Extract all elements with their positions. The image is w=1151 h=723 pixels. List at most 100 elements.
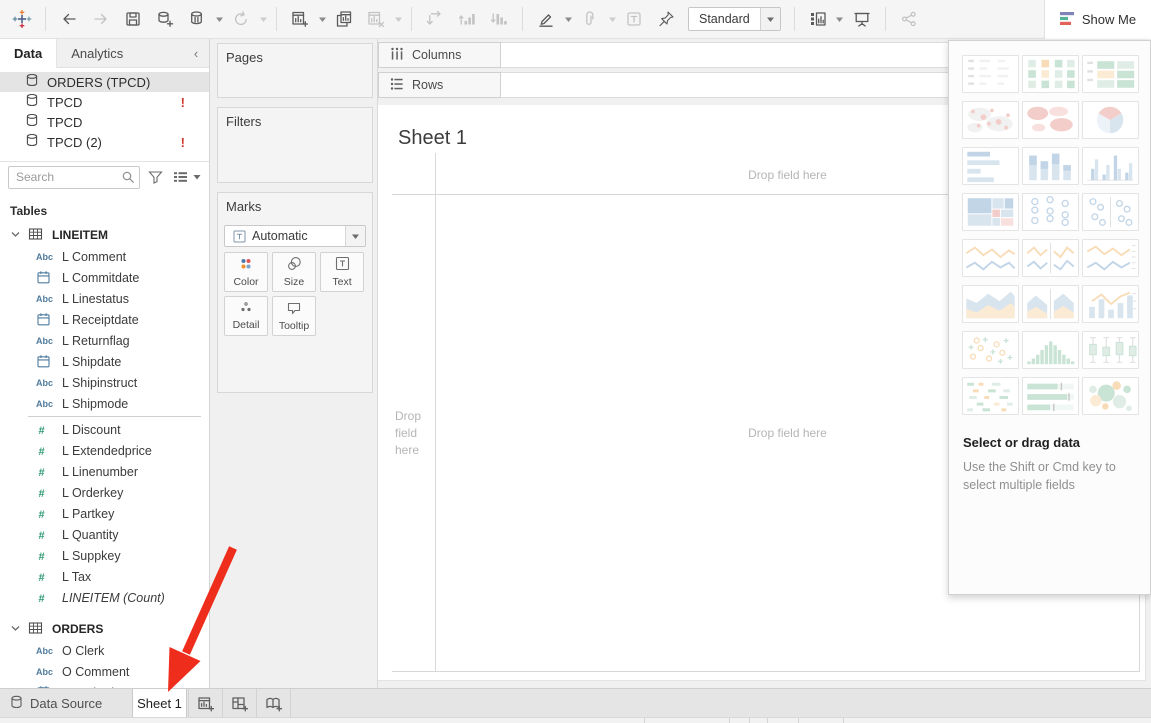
table-header-lineitem[interactable]: LINEITEM bbox=[0, 224, 209, 246]
text-mark-button[interactable]: Text bbox=[320, 252, 364, 292]
show-me-continuous-area-thumbnail[interactable] bbox=[962, 285, 1019, 323]
field-item[interactable]: # L Tax bbox=[0, 566, 209, 587]
field-item[interactable]: # L Quantity bbox=[0, 524, 209, 545]
collapse-pane-icon[interactable]: ‹ bbox=[183, 39, 209, 67]
caret-down-icon[interactable] bbox=[562, 5, 574, 33]
field-item[interactable]: Abc O Comment bbox=[0, 661, 209, 682]
view-options-icon[interactable] bbox=[173, 170, 188, 184]
caret-down-icon[interactable] bbox=[213, 5, 225, 33]
show-me-dual-combination-thumbnail[interactable] bbox=[1082, 285, 1139, 323]
undo-button[interactable] bbox=[55, 5, 83, 33]
save-button[interactable] bbox=[119, 5, 147, 33]
fit-selector-caret-icon[interactable] bbox=[760, 8, 780, 30]
show-me-stacked-bars-thumbnail[interactable] bbox=[1022, 147, 1079, 185]
datasource-item[interactable]: TPCD bbox=[0, 112, 209, 132]
show-me-box-and-whisker-thumbnail[interactable] bbox=[1082, 331, 1139, 369]
field-item[interactable]: Abc L Comment bbox=[0, 246, 209, 267]
show-me-histogram-thumbnail[interactable] bbox=[1022, 331, 1079, 369]
show-me-symbol-map-thumbnail[interactable] bbox=[962, 101, 1019, 139]
show-me-circle-views-thumbnail[interactable] bbox=[1022, 193, 1079, 231]
filter-fields-icon[interactable] bbox=[147, 169, 164, 185]
new-worksheet-button[interactable] bbox=[189, 689, 222, 718]
field-item[interactable]: # L Extendedprice bbox=[0, 440, 209, 461]
show-hide-cards-button[interactable] bbox=[804, 5, 832, 33]
drop-zone-rows[interactable]: Drop field here bbox=[395, 408, 433, 459]
show-me-heat-map-thumbnail[interactable] bbox=[1082, 55, 1139, 93]
new-story-button[interactable] bbox=[257, 689, 290, 718]
tables-section-label: Tables bbox=[0, 192, 209, 224]
show-me-bullet-graph-thumbnail[interactable] bbox=[1022, 377, 1079, 415]
datasource-item[interactable]: ORDERS (TPCD) bbox=[0, 72, 209, 92]
fit-selector[interactable]: Standard bbox=[688, 7, 781, 31]
tab-sheet-1[interactable]: Sheet 1 bbox=[132, 689, 187, 718]
field-item[interactable]: L Commitdate bbox=[0, 267, 209, 288]
caret-down-icon[interactable] bbox=[316, 5, 328, 33]
show-me-side-by-side-circles-thumbnail[interactable] bbox=[1082, 193, 1139, 231]
size-mark-button[interactable]: Size bbox=[272, 252, 316, 292]
pause-auto-updates-button[interactable] bbox=[183, 5, 211, 33]
color-icon bbox=[238, 257, 254, 274]
table-header-orders[interactable]: ORDERS bbox=[0, 618, 209, 640]
field-item[interactable]: # L Suppkey bbox=[0, 545, 209, 566]
show-me-text-table-thumbnail[interactable] bbox=[962, 55, 1019, 93]
new-worksheet-button[interactable] bbox=[286, 5, 314, 33]
new-dashboard-button[interactable] bbox=[223, 689, 256, 718]
show-me-dual-lines-thumbnail[interactable] bbox=[1082, 239, 1139, 277]
show-me-highlight-table-thumbnail[interactable] bbox=[1022, 55, 1079, 93]
show-me-filled-map-thumbnail[interactable] bbox=[1022, 101, 1079, 139]
field-item[interactable]: # LINEITEM (Count) bbox=[0, 587, 209, 608]
filters-shelf[interactable]: Filters bbox=[217, 107, 373, 183]
show-me-gantt-thumbnail[interactable] bbox=[962, 377, 1019, 415]
mark-type-caret-icon[interactable] bbox=[345, 226, 365, 246]
highlight-button[interactable] bbox=[532, 5, 560, 33]
field-item[interactable]: L Receiptdate bbox=[0, 309, 209, 330]
show-me-hint: Select or drag data Use the Shift or Cmd… bbox=[949, 415, 1150, 494]
datasource-item[interactable]: TPCD (2)! bbox=[0, 132, 209, 152]
chevron-down-icon[interactable] bbox=[10, 622, 21, 636]
string-field-icon: Abc bbox=[36, 250, 58, 263]
show-me-scatter-plot-thumbnail[interactable] bbox=[962, 331, 1019, 369]
color-mark-button[interactable]: Color bbox=[224, 252, 268, 292]
new-data-source-button[interactable] bbox=[151, 5, 179, 33]
field-item[interactable]: # L Partkey bbox=[0, 503, 209, 524]
table-name: ORDERS bbox=[52, 622, 103, 636]
show-me-horizontal-bars-thumbnail[interactable] bbox=[962, 147, 1019, 185]
presentation-mode-button[interactable] bbox=[848, 5, 876, 33]
show-me-button[interactable]: Show Me bbox=[1044, 0, 1151, 39]
duplicate-sheet-button[interactable] bbox=[330, 5, 358, 33]
field-item[interactable]: # L Linenumber bbox=[0, 461, 209, 482]
field-label: L Partkey bbox=[62, 507, 114, 521]
field-item[interactable]: L Shipdate bbox=[0, 351, 209, 372]
field-item[interactable]: Abc L Shipmode bbox=[0, 393, 209, 414]
field-item[interactable]: # L Discount bbox=[0, 419, 209, 440]
string-field-icon: Abc bbox=[36, 334, 58, 347]
caret-down-icon[interactable] bbox=[834, 5, 846, 33]
chevron-down-icon[interactable] bbox=[10, 228, 21, 242]
field-item[interactable]: Abc L Shipinstruct bbox=[0, 372, 209, 393]
show-me-continuous-lines-thumbnail[interactable] bbox=[962, 239, 1019, 277]
show-me-discrete-lines-thumbnail[interactable] bbox=[1022, 239, 1079, 277]
detail-mark-button[interactable]: Detail bbox=[224, 296, 268, 336]
field-item[interactable]: Abc L Returnflag bbox=[0, 330, 209, 351]
show-me-pie-chart-thumbnail[interactable] bbox=[1082, 101, 1139, 139]
field-item[interactable]: Abc O Clerk bbox=[0, 640, 209, 661]
show-me-discrete-area-thumbnail[interactable] bbox=[1022, 285, 1079, 323]
tab-divider bbox=[290, 689, 291, 718]
mark-type-dropdown[interactable]: Automatic bbox=[224, 225, 366, 247]
tab-analytics[interactable]: Analytics bbox=[57, 39, 137, 67]
field-label: L Shipinstruct bbox=[62, 376, 137, 390]
field-item[interactable]: Abc L Linestatus bbox=[0, 288, 209, 309]
field-item[interactable]: # L Orderkey bbox=[0, 482, 209, 503]
show-me-packed-bubbles-thumbnail[interactable] bbox=[1082, 377, 1139, 415]
view-options-caret-icon[interactable] bbox=[192, 173, 202, 181]
show-me-side-by-side-bars-thumbnail[interactable] bbox=[1082, 147, 1139, 185]
datasource-item[interactable]: TPCD! bbox=[0, 92, 209, 112]
pages-shelf[interactable]: Pages bbox=[217, 43, 373, 98]
tab-data[interactable]: Data bbox=[0, 39, 57, 68]
tab-data-source[interactable]: Data Source bbox=[10, 689, 102, 718]
svg-text:Abc: Abc bbox=[36, 336, 53, 346]
show-me-treemap-thumbnail[interactable] bbox=[962, 193, 1019, 231]
fix-axes-button[interactable] bbox=[652, 5, 680, 33]
tooltip-mark-button[interactable]: Tooltip bbox=[272, 296, 316, 336]
number-field-icon: # bbox=[36, 423, 58, 437]
